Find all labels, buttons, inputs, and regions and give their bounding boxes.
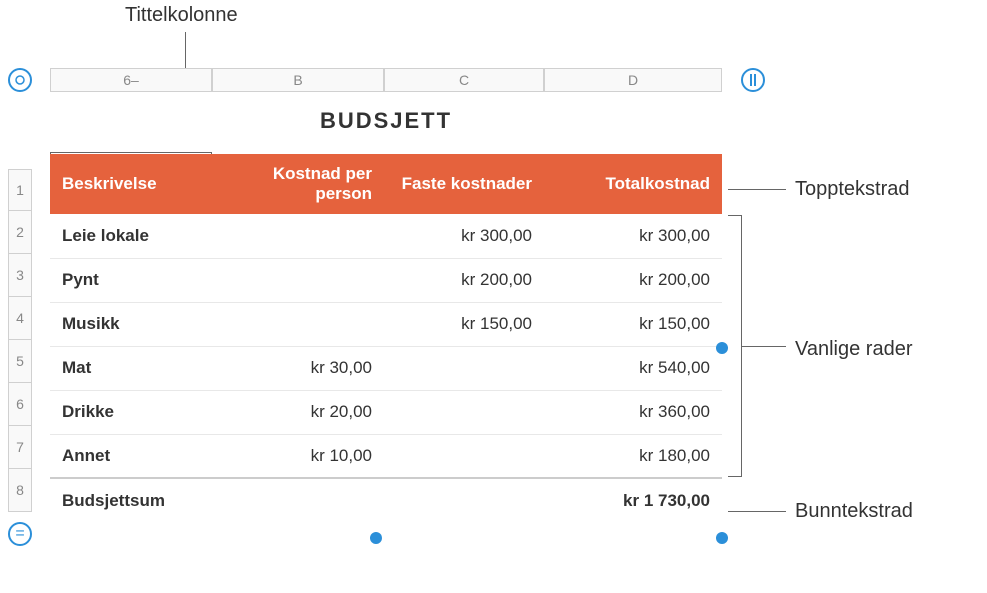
add-column-button[interactable] [741,68,765,92]
table-handle-topleft[interactable] [8,68,32,92]
cell[interactable] [212,302,384,346]
table-row: Leie lokale kr 300,00 kr 300,00 [50,214,722,258]
column-ruler: 6– B C D [50,68,737,92]
cell[interactable]: kr 180,00 [544,434,722,478]
column-header-a[interactable]: 6– [50,68,212,92]
callout-header-row: Topptekstrad [795,178,910,201]
cell[interactable]: kr 150,00 [544,302,722,346]
cell[interactable]: kr 360,00 [544,390,722,434]
spreadsheet-table: BUDSJETT Beskrivelse Kostnad per person … [50,108,722,522]
callout-body-rows: Vanlige rader [795,338,912,361]
table-row: Drikke kr 20,00 kr 360,00 [50,390,722,434]
header-cell-description[interactable]: Beskrivelse [50,154,212,214]
table-row: Musikk kr 150,00 kr 150,00 [50,302,722,346]
column-header-b[interactable]: B [212,68,384,92]
callout-line [185,32,186,68]
cell[interactable]: kr 200,00 [384,258,544,302]
row-header-1[interactable]: 1 [8,169,32,211]
cell[interactable]: Leie lokale [50,214,212,258]
row-header-3[interactable]: 3 [8,253,32,297]
table-title[interactable]: BUDSJETT [50,108,722,134]
row-header-7[interactable]: 7 [8,425,32,469]
callout-line [742,346,786,347]
row-header-4[interactable]: 4 [8,296,32,340]
cell[interactable]: kr 30,00 [212,346,384,390]
callout-title-column: Tittelkolonne [125,4,238,27]
table-row: Pynt kr 200,00 kr 200,00 [50,258,722,302]
row-header-8[interactable]: 8 [8,468,32,512]
cell[interactable]: Pynt [50,258,212,302]
row-header-5[interactable]: 5 [8,339,32,383]
cell[interactable] [384,390,544,434]
cell[interactable]: kr 150,00 [384,302,544,346]
row-ruler: 1 2 3 4 5 6 7 8 = [8,170,32,546]
cell[interactable]: kr 540,00 [544,346,722,390]
callout-line [728,189,786,190]
cell[interactable] [212,214,384,258]
header-cell-fixed[interactable]: Faste kostnader [384,154,544,214]
row-header-6[interactable]: 6 [8,382,32,426]
cell[interactable]: kr 200,00 [544,258,722,302]
cell[interactable]: Annet [50,434,212,478]
cell[interactable]: kr 300,00 [384,214,544,258]
footer-cell[interactable] [212,478,384,522]
cell[interactable] [212,258,384,302]
footer-row: Budsjettsum kr 1 730,00 [50,478,722,522]
table-row: Annet kr 10,00 kr 180,00 [50,434,722,478]
header-cell-total[interactable]: Totalkostnad [544,154,722,214]
cell[interactable]: Mat [50,346,212,390]
cell[interactable]: Drikke [50,390,212,434]
column-header-d[interactable]: D [544,68,722,92]
cell[interactable]: Musikk [50,302,212,346]
callout-line [728,511,786,512]
footer-cell-total[interactable]: kr 1 730,00 [544,478,722,522]
footer-cell-label[interactable]: Budsjettsum [50,478,212,522]
callout-bracket [728,215,742,477]
footer-cell[interactable] [384,478,544,522]
cell[interactable]: kr 300,00 [544,214,722,258]
add-row-button[interactable]: = [8,522,32,546]
row-header-2[interactable]: 2 [8,210,32,254]
cell[interactable] [384,346,544,390]
selection-handle[interactable] [716,532,728,544]
header-cell-per-person[interactable]: Kostnad per person [212,154,384,214]
column-header-c[interactable]: C [384,68,544,92]
selection-handle[interactable] [370,532,382,544]
callout-footer-row: Bunntekstrad [795,500,913,523]
cell[interactable] [384,434,544,478]
table-row: Mat kr 30,00 kr 540,00 [50,346,722,390]
header-row: Beskrivelse Kostnad per person Faste kos… [50,154,722,214]
cell[interactable]: kr 20,00 [212,390,384,434]
cell[interactable]: kr 10,00 [212,434,384,478]
selection-handle[interactable] [716,342,728,354]
